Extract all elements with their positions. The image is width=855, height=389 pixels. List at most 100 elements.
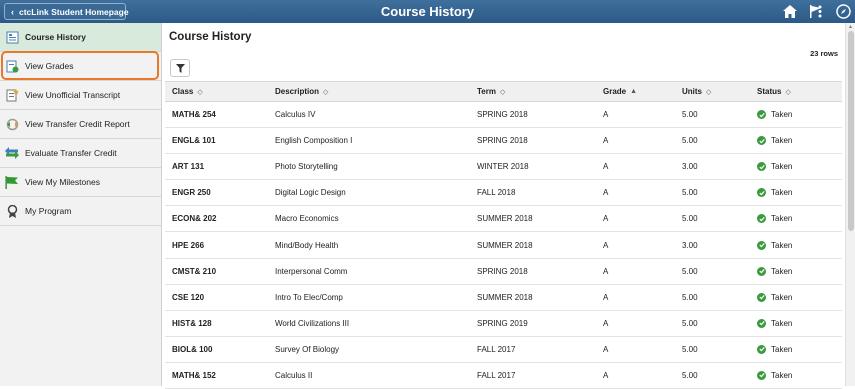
cell-grade: A bbox=[603, 292, 609, 302]
cell-class: CMST& 210 bbox=[172, 266, 217, 276]
cell-grade: A bbox=[603, 240, 609, 250]
scroll-up-arrow-icon[interactable]: ▲ bbox=[848, 24, 853, 30]
navbar-compass-icon[interactable] bbox=[834, 3, 852, 20]
main-content: Course History 23 rows Class ◇ Descriptio… bbox=[162, 23, 844, 389]
check-circle-icon bbox=[757, 344, 766, 354]
sidebar-item-label: View Unofficial Transcript bbox=[25, 90, 121, 100]
check-circle-icon bbox=[757, 240, 766, 250]
cell-grade: A bbox=[603, 214, 609, 224]
check-circle-icon bbox=[757, 110, 766, 120]
sidebar-item-label: Course History bbox=[25, 32, 86, 42]
cell-term: FALL 2018 bbox=[477, 188, 516, 198]
sidebar-item-label: View Transfer Credit Report bbox=[25, 119, 130, 129]
scroll-thumb[interactable] bbox=[848, 31, 854, 231]
cell-class: ECON& 202 bbox=[172, 214, 217, 224]
grid-header: Class ◇ Description ◇ Term ◇ Grade ▲ Units ◇ … bbox=[165, 81, 842, 102]
cell-units: 5.00 bbox=[682, 214, 698, 224]
column-header-grade[interactable]: Grade ▲ bbox=[603, 82, 637, 101]
cell-class: BIOL& 100 bbox=[172, 344, 213, 354]
table-row[interactable]: HPE 266 Mind/Body Health SUMMER 2018 A 3.00 T… bbox=[165, 232, 842, 259]
grid-body: MATH& 254 Calculus IV SPRING 2018 A 5.00 Take… bbox=[165, 102, 842, 389]
sort-ascending-icon: ▲ bbox=[630, 88, 638, 95]
cell-description: English Composition I bbox=[275, 136, 353, 146]
cell-status: Taken bbox=[757, 311, 792, 336]
cell-class: HIST& 128 bbox=[172, 318, 212, 328]
cell-status: Taken bbox=[757, 259, 792, 284]
sort-icon: ◇ bbox=[323, 88, 329, 96]
sidebar-item-view-transfer-credit-report[interactable]: View Transfer Credit Report bbox=[0, 110, 161, 139]
table-row[interactable]: BIOL& 100 Survey Of Biology FALL 2017 A 5.00… bbox=[165, 337, 842, 363]
cell-status: Taken bbox=[757, 102, 792, 127]
cell-term: SPRING 2018 bbox=[477, 136, 528, 146]
check-circle-icon bbox=[757, 266, 766, 276]
sidebar-item-view-grades[interactable]: View Grades bbox=[0, 52, 161, 81]
cell-grade: A bbox=[603, 344, 609, 354]
page-scrollbar[interactable]: ▲ bbox=[845, 23, 855, 386]
sidebar-item-course-history[interactable]: Course History bbox=[0, 23, 161, 52]
row-count: 23 rows bbox=[810, 49, 838, 58]
cell-description: Digital Logic Design bbox=[275, 188, 346, 198]
table-row[interactable]: CSE 120 Intro To Elec/Comp SUMMER 2018 A 5.0… bbox=[165, 285, 842, 311]
cell-description: Mind/Body Health bbox=[275, 240, 339, 250]
table-row[interactable]: MATH& 254 Calculus IV SPRING 2018 A 5.00 Take… bbox=[165, 102, 842, 129]
page-title: Course History bbox=[169, 31, 252, 43]
sort-icon: ◇ bbox=[785, 88, 791, 96]
chevron-left-icon: ‹ bbox=[11, 6, 14, 17]
column-header-term[interactable]: Term ◇ bbox=[477, 82, 505, 101]
check-circle-icon bbox=[757, 162, 766, 172]
check-circle-icon bbox=[757, 214, 766, 224]
sidebar-item-view-unofficial-transcript[interactable]: View Unofficial Transcript bbox=[0, 81, 161, 110]
column-header-class[interactable]: Class ◇ bbox=[172, 82, 203, 101]
cell-term: SUMMER 2018 bbox=[477, 292, 533, 302]
home-icon[interactable] bbox=[781, 3, 799, 20]
filter-icon bbox=[175, 63, 185, 73]
table-row[interactable]: ART 131 Photo Storytelling WINTER 2018 A 3.0… bbox=[165, 154, 842, 181]
sort-icon: ◇ bbox=[499, 88, 506, 96]
cell-grade: A bbox=[603, 110, 609, 120]
transfer-report-icon bbox=[5, 117, 19, 131]
sidebar-item-my-program[interactable]: My Program bbox=[0, 197, 161, 226]
cell-class: CSE 120 bbox=[172, 292, 205, 302]
back-button-label: ctcLink Student Homepage bbox=[19, 6, 129, 17]
sidebar-item-label: My Program bbox=[25, 206, 72, 216]
flag-icon bbox=[5, 175, 19, 189]
table-row[interactable]: CMST& 210 Interpersonal Comm SPRING 2018 A 5… bbox=[165, 259, 842, 285]
cell-units: 3.00 bbox=[682, 240, 698, 250]
cell-class: ENGL& 101 bbox=[172, 136, 216, 146]
cell-description: World Civilizations III bbox=[275, 318, 350, 328]
cell-term: SUMMER 2018 bbox=[477, 240, 533, 250]
table-row[interactable]: ECON& 202 Macro Economics SUMMER 2018 A 5.00… bbox=[165, 206, 842, 233]
cell-class: MATH& 254 bbox=[172, 110, 216, 120]
filter-button[interactable] bbox=[170, 59, 190, 77]
table-row[interactable]: HIST& 128 World Civilizations III SPRING 2… bbox=[165, 311, 842, 337]
check-circle-icon bbox=[757, 292, 766, 302]
table-row[interactable]: MATH& 152 Calculus II FALL 2017 A 5.00 Taken bbox=[165, 363, 842, 389]
cell-class: ENGR 250 bbox=[172, 188, 211, 198]
cell-status: Taken bbox=[757, 206, 792, 231]
cell-status: Taken bbox=[757, 337, 792, 362]
course-history-icon bbox=[5, 30, 19, 44]
actions-menu-icon[interactable] bbox=[811, 3, 829, 20]
column-header-description[interactable]: Description ◇ bbox=[275, 82, 328, 101]
table-row[interactable]: ENGL& 101 English Composition I SPRING 201… bbox=[165, 128, 842, 155]
top-banner: ‹ ctcLink Student Homepage Course Histor… bbox=[0, 0, 855, 23]
cell-units: 5.00 bbox=[682, 344, 698, 354]
check-circle-icon bbox=[757, 136, 766, 146]
sidebar-item-label: View Grades bbox=[25, 61, 74, 71]
cell-units: 3.00 bbox=[682, 162, 698, 172]
column-header-units[interactable]: Units ◇ bbox=[682, 82, 711, 101]
sidebar-item-evaluate-transfer-credit[interactable]: Evaluate Transfer Credit bbox=[0, 139, 161, 168]
cell-status: Taken bbox=[757, 180, 792, 205]
cell-units: 5.00 bbox=[682, 136, 698, 146]
sidebar-item-view-my-milestones[interactable]: View My Milestones bbox=[0, 168, 161, 197]
back-to-homepage-button[interactable]: ‹ ctcLink Student Homepage bbox=[4, 3, 129, 20]
cell-units: 5.00 bbox=[682, 266, 698, 276]
cell-description: Calculus II bbox=[275, 370, 313, 380]
cell-term: WINTER 2018 bbox=[477, 162, 529, 172]
column-header-status[interactable]: Status ◇ bbox=[757, 82, 791, 101]
cell-status: Taken bbox=[757, 363, 792, 388]
transcript-icon bbox=[5, 88, 19, 102]
table-row[interactable]: ENGR 250 Digital Logic Design FALL 2018 A 5.… bbox=[165, 180, 842, 207]
cell-term: FALL 2017 bbox=[477, 344, 516, 354]
cell-units: 5.00 bbox=[682, 110, 698, 120]
